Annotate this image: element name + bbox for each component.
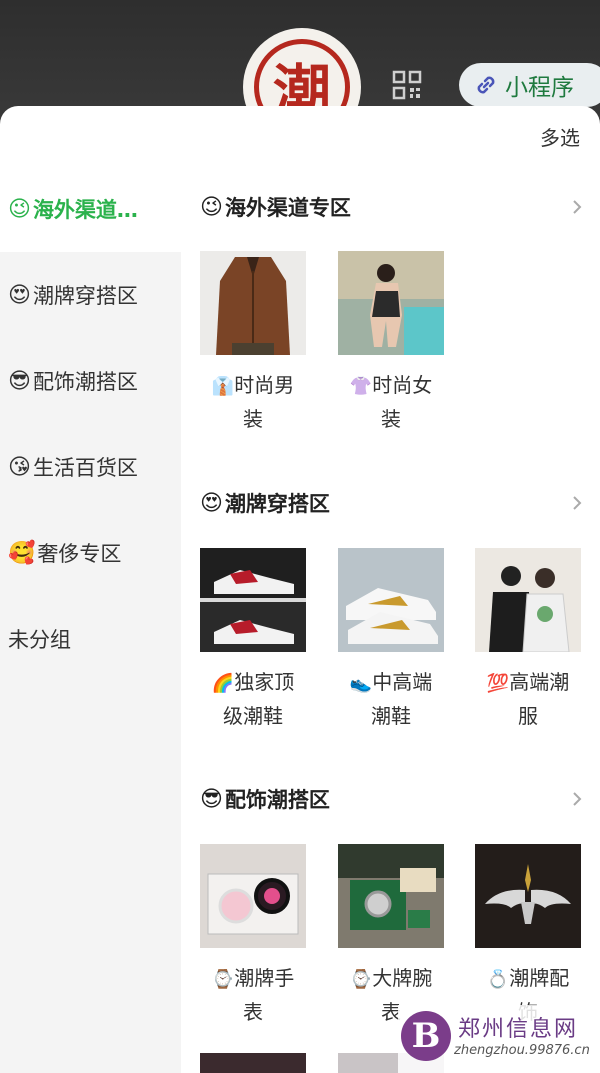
label-line: 时尚女	[372, 373, 433, 397]
chevron-right-icon[interactable]	[570, 496, 584, 510]
blouse-icon: 👚	[349, 376, 373, 397]
smiling-hearts-emoji-icon: 🥰	[8, 540, 36, 566]
sidebar-item-ungrouped[interactable]: 未分组	[0, 596, 181, 682]
sidebar-item-label: 配饰潮搭区	[32, 370, 138, 394]
sidebar-item-trend-wear[interactable]: 😍 潮牌穿搭区	[0, 252, 181, 338]
sidebar-item-daily-goods[interactable]: 😘 生活百货区	[0, 424, 181, 510]
sidebar-item-luxury[interactable]: 🥰 奢侈专区	[0, 510, 181, 596]
watermark-url: zhengzhou.99876.cn	[454, 1043, 590, 1058]
section-title-text: 海外渠道专区	[224, 196, 351, 220]
label-line: 装	[381, 407, 401, 431]
wink-emoji-icon: 😉	[200, 194, 223, 220]
watermark-title: 郑州信息网	[458, 1017, 579, 1042]
label-line: 表	[243, 1000, 263, 1024]
watch-box-image	[338, 844, 444, 948]
category-label: ⌚潮牌手 表	[200, 962, 306, 1028]
label-line: 服	[518, 704, 538, 728]
chevron-right-icon[interactable]	[570, 200, 584, 214]
sidebar-item-label: 生活百货区	[32, 456, 138, 480]
category-sheet: 多选 😉 海外渠道… 😍 潮牌穿搭区 😎 配饰潮搭区 😘 生活百货区 🥰 奢侈专…	[0, 106, 600, 1073]
couple-apparel-image	[475, 548, 581, 652]
qr-code-icon[interactable]	[392, 70, 422, 100]
hundred-points-icon: 💯	[486, 673, 510, 694]
mini-program-button[interactable]: 小程序	[459, 63, 600, 107]
sidebar-item-label: 潮牌穿搭区	[32, 284, 138, 308]
sidebar-item-label: 未分组	[8, 628, 71, 652]
label-line: 级潮鞋	[223, 704, 283, 728]
section-title-overseas[interactable]: 😉 海外渠道专区	[200, 189, 351, 225]
wink-emoji-icon: 😉	[8, 196, 31, 222]
category-label: 💯高端潮 服	[475, 666, 581, 732]
sidebar-item-accessories[interactable]: 😎 配饰潮搭区	[0, 338, 181, 424]
category-label: 👟中高端 潮鞋	[338, 666, 444, 732]
label-line: 大牌腕	[372, 966, 433, 990]
label-line: 独家顶	[234, 670, 295, 694]
category-sidebar: 😉 海外渠道… 😍 潮牌穿搭区 😎 配饰潮搭区 😘 生活百货区 🥰 奢侈专区 未…	[0, 166, 181, 1073]
ring-icon: 💍	[486, 969, 510, 990]
watches-image	[200, 844, 306, 948]
heart-eyes-emoji-icon: 😍	[200, 490, 223, 516]
category-label: 👔时尚男 装	[200, 369, 306, 435]
watch-icon: ⌚	[211, 969, 235, 990]
womens-fashion-image	[338, 251, 444, 355]
eagle-pendant-image	[475, 844, 581, 948]
label-line: 潮鞋	[371, 704, 411, 728]
category-mid-high-sneakers[interactable]: 👟中高端 潮鞋	[338, 548, 444, 732]
sunglasses-emoji-icon: 😎	[200, 786, 223, 812]
category-trend-watches[interactable]: ⌚潮牌手 表	[200, 844, 306, 1028]
watch-icon: ⌚	[349, 969, 373, 990]
sidebar-item-overseas[interactable]: 😉 海外渠道…	[0, 166, 181, 252]
label-line: 潮牌配	[509, 966, 570, 990]
category-content: 😉 海外渠道专区 👔时尚男 装 👚时尚女 装 😍 潮牌穿搭区 🌈独家顶 级潮鞋 …	[181, 166, 600, 1073]
sidebar-item-label: 奢侈专区	[37, 542, 122, 566]
label-line: 中高端	[372, 670, 433, 694]
mini-program-label: 小程序	[505, 75, 574, 101]
category-trend-accessories[interactable]: 💍潮牌配 饰	[475, 844, 581, 1028]
rainbow-icon: 🌈	[211, 673, 235, 694]
sunglasses-emoji-icon: 😎	[8, 368, 31, 394]
label-line: 高端潮	[509, 670, 570, 694]
section-title-accessories[interactable]: 😎 配饰潮搭区	[200, 781, 330, 817]
category-label: 👚时尚女 装	[338, 369, 444, 435]
label-line: 潮牌手	[234, 966, 295, 990]
sneaker-icon: 👟	[349, 673, 373, 694]
link-icon	[477, 76, 495, 94]
category-exclusive-sneakers[interactable]: 🌈独家顶 级潮鞋	[200, 548, 306, 732]
label-line: 装	[243, 407, 263, 431]
section-title-text: 配饰潮搭区	[224, 788, 330, 812]
section-title-text: 潮牌穿搭区	[224, 492, 330, 516]
category-high-end-apparel[interactable]: 💯高端潮 服	[475, 548, 581, 732]
chevron-right-icon[interactable]	[570, 792, 584, 806]
category-womens-fashion[interactable]: 👚时尚女 装	[338, 251, 444, 435]
sidebar-item-label: 海外渠道…	[32, 198, 138, 222]
white-gold-sneakers-image	[338, 548, 444, 652]
category-mens-fashion[interactable]: 👔时尚男 装	[200, 251, 306, 435]
site-watermark: B 郑州信息网 zhengzhou.99876.cn	[398, 1005, 600, 1073]
category-label: 🌈独家顶 级潮鞋	[200, 666, 306, 732]
next-row-thumb[interactable]	[200, 1053, 306, 1073]
heart-eyes-emoji-icon: 😍	[8, 282, 31, 308]
multi-select-button[interactable]: 多选	[540, 122, 580, 151]
section-title-trend-wear[interactable]: 😍 潮牌穿搭区	[200, 485, 330, 521]
watermark-badge: B	[401, 1011, 451, 1061]
shirt-tie-icon: 👔	[211, 376, 235, 397]
kiss-emoji-icon: 😘	[8, 454, 31, 480]
label-line: 时尚男	[234, 373, 295, 397]
mens-jacket-image	[200, 251, 306, 355]
category-brand-watches[interactable]: ⌚大牌腕 表	[338, 844, 444, 1028]
sneakers-box-image	[200, 548, 306, 652]
